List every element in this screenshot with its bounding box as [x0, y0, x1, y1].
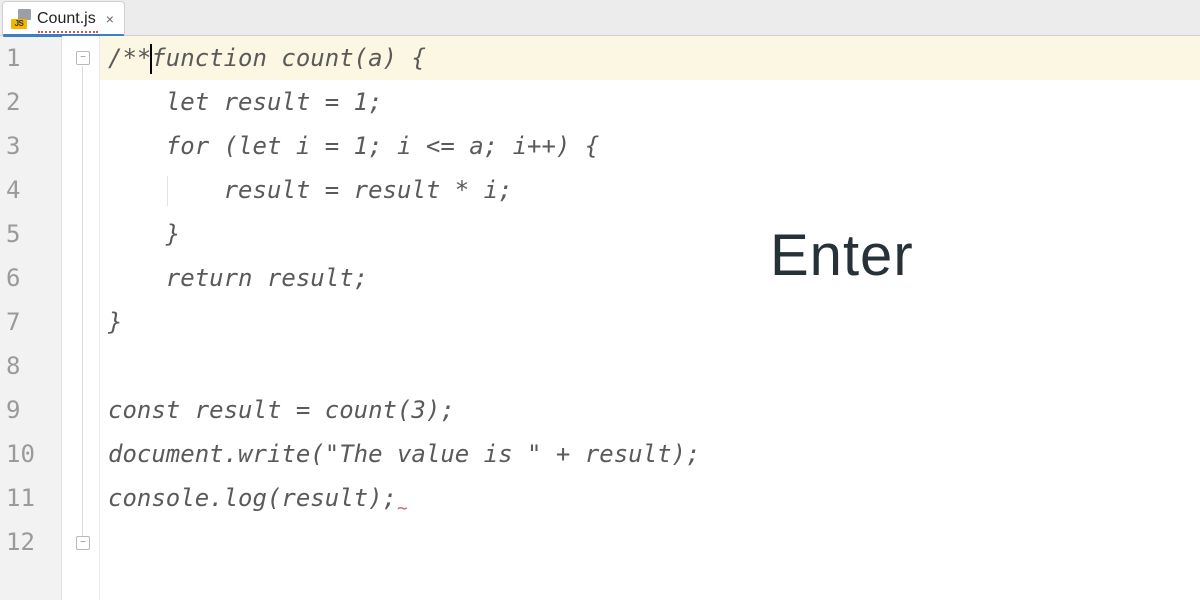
code-line[interactable]: let result = 1; [100, 80, 1200, 124]
code-line[interactable] [100, 520, 1200, 564]
fold-guide-line [82, 66, 83, 536]
code-line[interactable]: const result = count(3); [100, 388, 1200, 432]
line-number: 1 [0, 36, 61, 80]
fold-end-icon[interactable]: − [76, 536, 90, 550]
javascript-file-icon: JS [11, 9, 31, 29]
editor-area: 1 2 3 4 5 6 7 8 9 10 11 12 − − /**functi… [0, 36, 1200, 600]
code-line[interactable]: console.log(result);~ [100, 476, 1200, 520]
code-line[interactable]: return result; [100, 256, 1200, 300]
file-tab-count-js[interactable]: JS Count.js × [2, 1, 125, 35]
line-number: 2 [0, 80, 61, 124]
line-number: 7 [0, 300, 61, 344]
line-number: 11 [0, 476, 61, 520]
fold-gutter: − − [62, 36, 100, 600]
line-number: 8 [0, 344, 61, 388]
close-tab-icon[interactable]: × [106, 11, 114, 27]
line-number: 10 [0, 432, 61, 476]
line-number: 9 [0, 388, 61, 432]
indent-guide-icon [167, 176, 168, 206]
text-caret-icon [150, 44, 152, 74]
line-number: 3 [0, 124, 61, 168]
code-line[interactable]: /**function count(a) { [100, 36, 1200, 80]
code-line[interactable]: } [100, 300, 1200, 344]
code-line[interactable] [100, 344, 1200, 388]
tab-filename: Count.js [37, 10, 96, 28]
line-number: 6 [0, 256, 61, 300]
line-number-gutter: 1 2 3 4 5 6 7 8 9 10 11 12 [0, 36, 62, 600]
code-line[interactable]: document.write("The value is " + result)… [100, 432, 1200, 476]
line-number: 4 [0, 168, 61, 212]
line-number: 5 [0, 212, 61, 256]
tab-bar: JS Count.js × [0, 0, 1200, 36]
key-hint-overlay: Enter [770, 222, 914, 289]
squiggle-icon: ~ [397, 487, 408, 531]
spellcheck-underline-icon [38, 31, 98, 33]
code-line[interactable]: for (let i = 1; i <= a; i++) { [100, 124, 1200, 168]
fold-toggle-icon[interactable]: − [76, 51, 90, 65]
code-line[interactable]: result = result * i; [100, 168, 1200, 212]
code-editor[interactable]: /**function count(a) { let result = 1; f… [100, 36, 1200, 600]
line-number: 12 [0, 520, 61, 564]
code-line[interactable]: } [100, 212, 1200, 256]
